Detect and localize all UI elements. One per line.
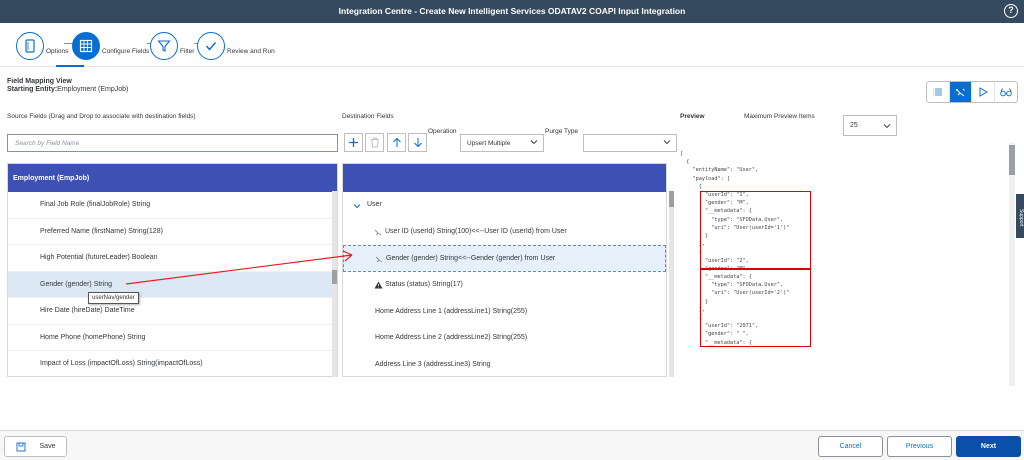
cancel-button[interactable]: Cancel [818,436,883,457]
next-button[interactable]: Next [956,436,1021,457]
highlight-box [700,191,811,269]
highlight-box [700,269,811,347]
previous-button[interactable]: Previous [887,436,952,457]
footer-bar: Save Cancel Previous Next [0,430,1024,460]
preview-scroll-thumb[interactable] [1009,145,1015,175]
save-label: Save [39,443,56,450]
save-button[interactable]: Save [4,436,67,457]
support-tab[interactable]: Support [1016,194,1024,238]
preview-scrollbar[interactable] [1009,143,1015,386]
save-icon [16,442,25,451]
